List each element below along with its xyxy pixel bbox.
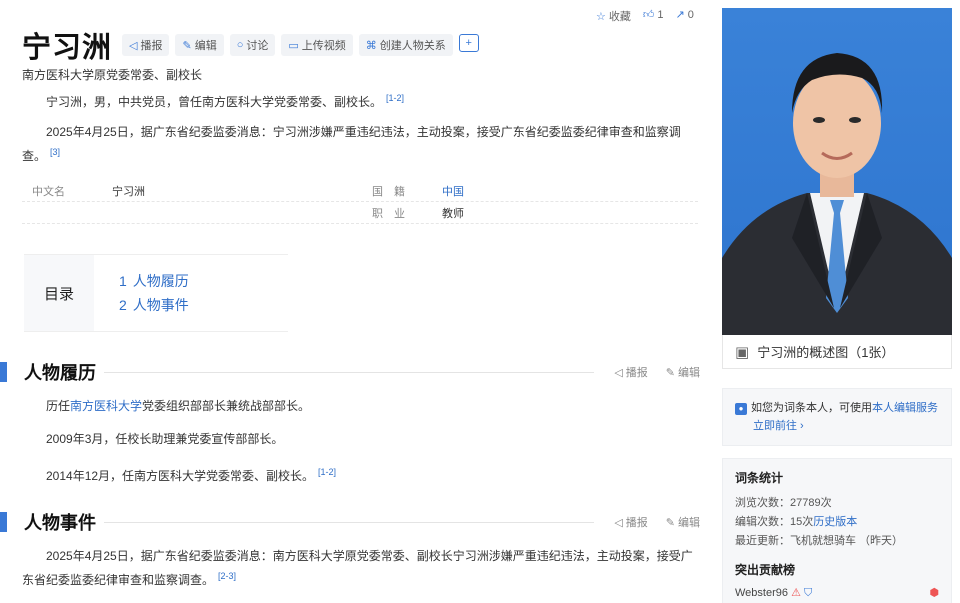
section-edit-button[interactable]: ✎ 编辑 (666, 514, 700, 530)
chat-icon: ○ (236, 39, 244, 51)
updated-stat: 最近更新：飞机就想骑车 （昨天） (735, 535, 904, 547)
claim-box: ● 如您为词条本人，可使用本人编辑服务 立即前往 › (722, 388, 952, 446)
toc-item[interactable]: 1 人物履历 (119, 269, 189, 293)
toc-label: 目录 (24, 255, 94, 331)
sidebar: ▣ 宁习洲的概述图（1张） (722, 8, 952, 369)
info-value: 教师 (442, 207, 464, 220)
entry-stats-box: 词条统计 浏览次数：27789次 编辑次数：15次历史版本 最近更新：飞机就想骑… (722, 458, 952, 603)
plus-icon: + (465, 37, 472, 49)
toc-items: 1 人物履历 2 人物事件 (94, 255, 189, 331)
section-accent-bar (0, 362, 7, 382)
section-title: 人物事件 (24, 513, 96, 534)
section-broadcast-button[interactable]: ◁ 播报 (614, 514, 647, 530)
info-key: 职 业 (372, 207, 405, 220)
share-icon: ↗ (675, 9, 685, 21)
video-icon: ▭ (288, 39, 299, 52)
portrait-illustration (722, 53, 952, 335)
claim-text: ● 如您为词条本人，可使用本人编辑服务 (735, 399, 939, 417)
upload-video-button[interactable]: ▭ 上传视频 (281, 34, 353, 56)
speaker-icon: ◁ (614, 367, 623, 379)
people-icon: ⌘ (365, 39, 377, 52)
contributor-name: Webster96 (735, 587, 788, 599)
section-header: 人物履历 ◁ 播报 ✎ 编辑 (0, 360, 700, 384)
reference-link[interactable]: [2-3] (218, 571, 236, 581)
title-row: 宁习洲 ◁ 播报 ✎ 编辑 ○ 讨论 ▭ 上传视频 ⌘ 创建人物关系 + (22, 24, 479, 66)
info-key: 中文名 (32, 185, 65, 198)
reference-link[interactable]: [1-2] (318, 467, 336, 477)
info-key: 国 籍 (372, 185, 405, 198)
reference-link[interactable]: [3] (50, 147, 60, 157)
portrait-photo[interactable] (722, 8, 952, 335)
medal-icon: ⬢ (929, 587, 939, 599)
university-link[interactable]: 南方医科大学 (70, 399, 142, 413)
badge-icon: ⛉ (804, 587, 813, 599)
section-accent-bar (0, 512, 7, 532)
event-paragraph: 2025年4月25日，据广东省纪委监委消息：南方医科大学原党委常委、副校长宁习洲… (22, 549, 693, 587)
contrib-title: 突出贡献榜 (735, 563, 796, 577)
section-header: 人物事件 ◁ 播报 ✎ 编辑 (0, 510, 700, 534)
views-stat: 浏览次数：27789次 (735, 497, 832, 509)
speaker-icon: ◁ (614, 517, 623, 529)
entry-toolbar: ◁ 播报 ✎ 编辑 ○ 讨论 ▭ 上传视频 ⌘ 创建人物关系 + (122, 34, 479, 56)
info-value: 宁习洲 (112, 185, 145, 198)
add-button[interactable]: + (458, 34, 479, 52)
contributor-row[interactable]: Webster96 ⚠ ⛉ ⬢ (735, 586, 939, 600)
go-now-link[interactable]: 立即前往 › (753, 420, 804, 432)
intro-paragraph-1: 宁习洲，男，中共党员，曾任南方医科大学党委常委、副校长。 [1-2] (46, 93, 405, 109)
share-button[interactable]: ↗ 0 (676, 8, 694, 24)
infobox-row: 中文名 宁习洲 国 籍 中国 (22, 180, 698, 202)
career-paragraph: 历任南方医科大学党委组织部部长兼统战部部长。 (46, 399, 311, 413)
discuss-button[interactable]: ○ 讨论 (229, 34, 276, 56)
reference-link[interactable]: [1-2] (386, 93, 404, 103)
career-paragraph: 2014年12月，任南方医科大学党委常委、副校长。 [1-2] (46, 467, 337, 483)
thumbs-up-icon: 👍︎ (642, 9, 655, 21)
section-actions: ◁ 播报 ✎ 编辑 (614, 364, 700, 380)
warning-icon: ⚠ (791, 587, 801, 599)
career-paragraph: 2009年3月，任校长助理兼党委宣传部部长。 (46, 432, 284, 446)
create-relation-button[interactable]: ⌘ 创建人物关系 (358, 34, 453, 56)
section-title: 人物履历 (24, 363, 96, 384)
self-edit-link[interactable]: 本人编辑服务 (872, 402, 938, 414)
broadcast-button[interactable]: ◁ 播报 (122, 34, 170, 56)
page-title: 宁习洲 (22, 30, 113, 64)
divider (104, 521, 595, 523)
like-button[interactable]: 👍︎ 1 (643, 8, 664, 24)
infobox: 中文名 宁习洲 国 籍 中国 职 业 教师 (22, 180, 698, 224)
pencil-icon: ✎ (182, 39, 192, 52)
section-broadcast-button[interactable]: ◁ 播报 (614, 364, 647, 380)
divider (104, 371, 595, 373)
toc-item[interactable]: 2 人物事件 (119, 293, 189, 317)
photo-caption[interactable]: ▣ 宁习洲的概述图（1张） (722, 335, 952, 369)
speaker-icon: ◁ (129, 39, 138, 52)
image-icon: ▣ (735, 343, 750, 361)
pencil-icon: ✎ (665, 517, 675, 529)
star-icon: ☆ (596, 11, 606, 23)
infobox-row: 职 业 教师 (22, 202, 698, 224)
stats-title: 词条统计 (735, 471, 784, 485)
section-edit-button[interactable]: ✎ 编辑 (666, 364, 700, 380)
edit-button[interactable]: ✎ 编辑 (175, 34, 224, 56)
intro-paragraph-2: 2025年4月25日，据广东省纪委监委消息：宁习洲涉嫌严重违纪违法，主动投案，接… (22, 125, 681, 163)
info-value-link[interactable]: 中国 (442, 183, 692, 199)
favorite-button[interactable]: ☆ 收藏 (596, 8, 631, 24)
section-actions: ◁ 播报 ✎ 编辑 (614, 514, 700, 530)
entry-subtitle: 南方医科大学原党委常委、副校长 (22, 68, 203, 82)
pencil-icon: ✎ (665, 367, 675, 379)
table-of-contents: 目录 1 人物履历 2 人物事件 (24, 254, 288, 332)
top-stats: ☆ 收藏 👍︎ 1 ↗ 0 (596, 8, 694, 24)
user-icon: ● (735, 403, 747, 415)
edits-stat: 编辑次数：15次历史版本 (735, 516, 858, 528)
history-link[interactable]: 历史版本 (813, 516, 857, 528)
